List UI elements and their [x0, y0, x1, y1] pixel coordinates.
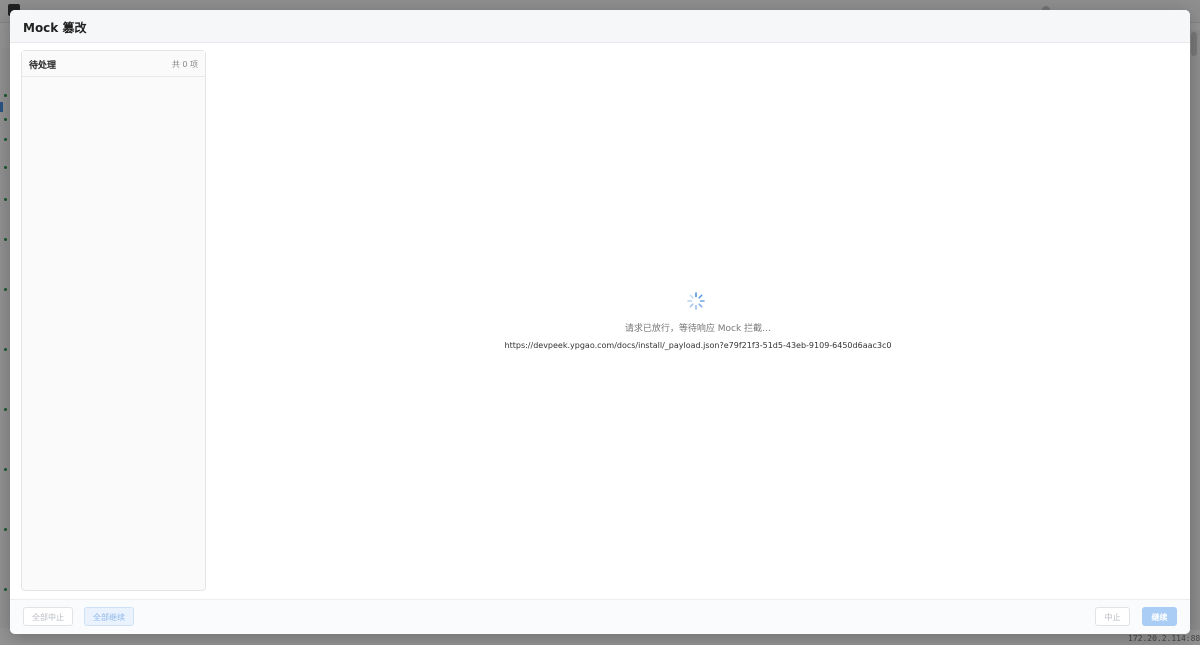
continue-button[interactable]: 继续	[1142, 607, 1177, 626]
spinner-icon	[687, 292, 705, 310]
loading-message: 请求已放行，等待响应 Mock 拦截…	[624, 324, 772, 334]
modal-title: Mock 篡改	[23, 21, 87, 35]
abort-all-button[interactable]: 全部中止	[23, 607, 73, 626]
continue-all-button[interactable]: 全部继续	[84, 607, 134, 626]
pending-count: 共 0 项	[171, 60, 198, 69]
pending-header: 待处理 共 0 项	[22, 51, 205, 77]
abort-button[interactable]: 中止	[1095, 607, 1130, 626]
modal-header: Mock 篡改	[10, 10, 1190, 43]
modal-footer: 全部中止 全部继续 中止 继续	[10, 599, 1190, 634]
loading-url: https://devpeek.ypgao.com/docs/install/_…	[504, 341, 892, 350]
pending-title: 待处理	[29, 61, 57, 71]
pending-panel: 待处理 共 0 项	[21, 50, 206, 591]
mock-modal: Mock 篡改 待处理 共 0 项 请求已放行，等待响应 Mock 拦截… ht…	[10, 10, 1190, 634]
